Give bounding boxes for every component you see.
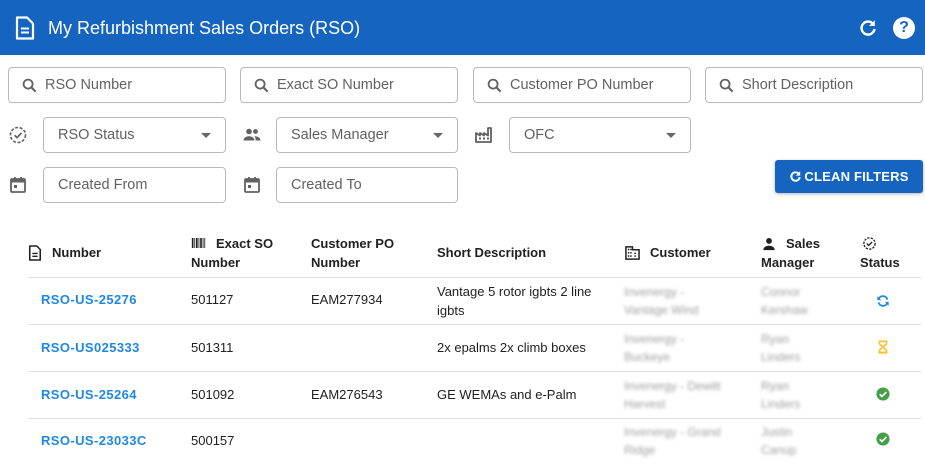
exact-so-number-input[interactable]: Exact SO Number	[240, 67, 458, 103]
short-description-cell: Vantage 5 rotor igbts 2 line	[437, 284, 592, 299]
customer-cell-line2: Ridge	[624, 443, 656, 457]
column-header-customer[interactable]: Customer	[650, 244, 711, 262]
customer-po-number-input[interactable]: Customer PO Number	[473, 67, 691, 103]
check-circle-icon	[876, 432, 890, 446]
sales-manager-cell-line2: Canup	[761, 443, 797, 457]
hourglass-icon	[878, 340, 888, 354]
help-icon[interactable]: ?	[893, 17, 915, 39]
page-title: My Refurbishment Sales Orders (RSO)	[48, 18, 361, 38]
column-header-number[interactable]: Number	[52, 244, 101, 262]
column-header-short-description[interactable]: Short Description	[437, 244, 546, 262]
created-to-input[interactable]: Created To	[276, 167, 458, 203]
document-icon	[15, 16, 35, 40]
rso-number-link[interactable]: RSO-US-25276	[41, 291, 137, 309]
ofc-select[interactable]: OFC	[509, 117, 691, 153]
customer-cell: Invenergy - Dewitt	[624, 379, 721, 393]
person-icon	[763, 238, 775, 251]
row-divider	[28, 418, 921, 419]
rso-number-link[interactable]: RSO-US-23033C	[41, 432, 147, 450]
chevron-down-icon	[433, 133, 443, 138]
check-circle-icon	[876, 387, 890, 401]
column-header-customer-po-line2: Number	[311, 255, 361, 270]
people-icon	[243, 128, 261, 141]
calendar-icon	[244, 177, 260, 193]
column-header-exact-so-line2: Number	[191, 255, 241, 270]
row-divider	[28, 371, 921, 372]
rso-number-placeholder: RSO Number	[45, 77, 133, 93]
customer-cell-line2: Vantage Wind	[624, 303, 699, 317]
rso-number-input[interactable]: RSO Number	[8, 67, 226, 103]
customer-po-cell: EAM276543	[311, 387, 383, 402]
customer-cell-line2: Harvest	[624, 397, 666, 411]
clean-filters-label: CLEAN FILTERS	[804, 169, 909, 184]
app-header: My Refurbishment Sales Orders (RSO) ?	[0, 0, 925, 55]
rso-number-link[interactable]: RSO-US025333	[41, 339, 140, 357]
sales-manager-cell-line2: Linders	[761, 350, 801, 364]
short-description-cell: 2x epalms 2x climb boxes	[437, 340, 586, 355]
refresh-icon[interactable]	[858, 18, 878, 38]
column-header-exact-so[interactable]: Exact SO	[216, 235, 273, 253]
exact-so-cell: 500157	[191, 433, 235, 448]
short-description-placeholder: Short Description	[742, 77, 854, 93]
short-description-cell-line2: igbts	[437, 303, 465, 318]
customer-cell: Invenergy -	[624, 285, 685, 299]
sales-manager-cell: Justin	[761, 425, 793, 439]
search-icon	[254, 78, 269, 93]
sales-manager-cell: Ryan	[761, 379, 790, 393]
customer-cell: Invenergy -	[624, 332, 685, 346]
sync-icon	[877, 295, 889, 307]
exact-so-cell: 501127	[191, 292, 234, 307]
sales-manager-cell-line2: Kershaw	[761, 303, 808, 317]
sales-manager-cell: Ryan	[761, 332, 790, 346]
search-icon	[487, 78, 502, 93]
sales-manager-cell: Connor	[761, 285, 801, 299]
column-header-sales-manager[interactable]: Sales	[786, 235, 820, 253]
customer-cell-line2: Buckeye	[624, 350, 671, 364]
rso-status-select[interactable]: RSO Status	[43, 117, 226, 153]
clean-filters-button[interactable]: CLEAN FILTERS	[775, 160, 923, 193]
document-icon	[28, 245, 42, 261]
search-icon	[22, 78, 37, 93]
calendar-icon	[10, 177, 26, 193]
exact-so-number-placeholder: Exact SO Number	[277, 77, 394, 93]
exact-so-cell: 501311	[191, 340, 234, 355]
sales-manager-select[interactable]: Sales Manager	[276, 117, 458, 153]
column-header-customer-po[interactable]: Customer PO	[311, 235, 394, 253]
sales-manager-cell-line2: Linders	[761, 397, 801, 411]
chevron-down-icon	[201, 133, 211, 138]
chevron-down-icon	[666, 133, 676, 138]
short-description-cell: GE WEMAs and e-Palm	[437, 387, 577, 402]
exact-so-cell: 501092	[191, 387, 235, 402]
barcode-icon	[191, 238, 206, 248]
building-icon	[625, 246, 640, 260]
rso-number-link[interactable]: RSO-US-25264	[41, 386, 137, 404]
created-from-input[interactable]: Created From	[43, 167, 226, 203]
row-divider	[28, 324, 921, 325]
table-header-divider	[28, 277, 921, 278]
customer-po-cell: EAM277934	[311, 292, 383, 307]
factory-icon	[475, 127, 492, 143]
status-clock-icon	[863, 237, 876, 250]
customer-po-number-placeholder: Customer PO Number	[510, 77, 654, 93]
refresh-icon	[790, 171, 802, 182]
status-clock-icon	[9, 126, 27, 144]
customer-cell: Invenergy - Grand	[624, 425, 721, 439]
search-icon	[719, 78, 734, 93]
short-description-input[interactable]: Short Description	[705, 67, 923, 103]
column-header-sales-manager-line2: Manager	[761, 255, 815, 270]
column-header-status[interactable]: Status	[860, 254, 900, 272]
